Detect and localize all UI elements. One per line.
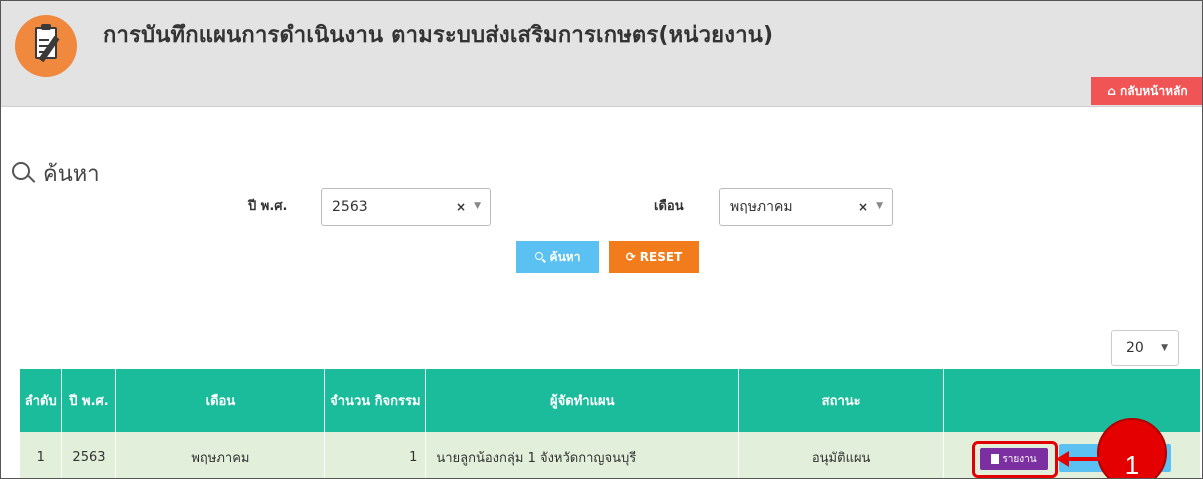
search-icon bbox=[534, 251, 546, 263]
clear-icon[interactable]: × bbox=[456, 200, 466, 214]
year-label: ปี พ.ศ. bbox=[248, 199, 288, 214]
annotation-arrow bbox=[1069, 457, 1105, 461]
search-heading: ค้นหา bbox=[11, 156, 100, 191]
search-button[interactable]: ค้นหา bbox=[516, 241, 599, 273]
page: การบันทึกแผนการดำเนินงาน ตามระบบส่งเสริม… bbox=[0, 0, 1203, 479]
column-header: ปี พ.ศ. bbox=[61, 369, 117, 432]
annotation-arrow-head bbox=[1056, 451, 1069, 467]
home-button-label: กลับหน้าหลัก bbox=[1119, 83, 1188, 98]
reset-button[interactable]: ⟳ RESET bbox=[609, 241, 699, 273]
month-select[interactable]: พฤษภาคม × ▼ bbox=[719, 188, 893, 226]
page-header: การบันทึกแผนการดำเนินงาน ตามระบบส่งเสริม… bbox=[1, 1, 1202, 107]
cell-year: 2563 bbox=[61, 432, 117, 478]
clipboard-icon bbox=[15, 15, 77, 77]
page-size-select[interactable]: 20 ▼ bbox=[1111, 330, 1179, 366]
year-select[interactable]: 2563 × ▼ bbox=[321, 188, 491, 226]
cell-count: 1 bbox=[324, 432, 427, 478]
annotation-marker: 1 bbox=[1097, 418, 1167, 478]
chevron-down-icon: ▼ bbox=[474, 201, 481, 211]
column-header: ผู้จัดทำแผน bbox=[425, 369, 740, 432]
annotation-highlight-box bbox=[972, 441, 1058, 478]
month-label: เดือน bbox=[654, 199, 684, 214]
cell-status: อนุมัติแผน bbox=[738, 432, 945, 478]
chevron-down-icon: ▼ bbox=[1161, 343, 1168, 353]
home-button[interactable]: ⌂ กลับหน้าหลัก bbox=[1091, 77, 1202, 105]
home-icon: ⌂ bbox=[1107, 84, 1116, 98]
column-header: สถานะ bbox=[738, 369, 945, 432]
cell-no: 1 bbox=[20, 432, 63, 478]
year-select-value: 2563 bbox=[332, 199, 368, 215]
clear-icon[interactable]: × bbox=[858, 200, 868, 214]
reset-button-label: RESET bbox=[639, 250, 683, 264]
column-header: เดือน bbox=[115, 369, 326, 432]
column-header bbox=[943, 369, 1201, 432]
search-icon bbox=[11, 161, 37, 187]
chevron-down-icon: ▼ bbox=[876, 201, 883, 211]
page-title: การบันทึกแผนการดำเนินงาน ตามระบบส่งเสริม… bbox=[103, 23, 774, 48]
month-select-value: พฤษภาคม bbox=[730, 199, 793, 215]
column-header: จำนวน กิจกรรม bbox=[324, 369, 427, 432]
cell-month: พฤษภาคม bbox=[115, 432, 326, 478]
table-header-row: ลำดับ ปี พ.ศ. เดือน จำนวน กิจกรรม ผู้จัด… bbox=[20, 369, 1201, 432]
search-heading-label: ค้นหา bbox=[43, 162, 100, 187]
page-size-value: 20 bbox=[1126, 340, 1144, 356]
refresh-icon: ⟳ bbox=[625, 250, 636, 264]
search-button-label: ค้นหา bbox=[549, 249, 581, 264]
column-header: ลำดับ bbox=[20, 369, 63, 432]
cell-maker: นายลูกน้องกลุ่ม 1 จังหวัดกาญจนบุรี bbox=[425, 432, 740, 478]
